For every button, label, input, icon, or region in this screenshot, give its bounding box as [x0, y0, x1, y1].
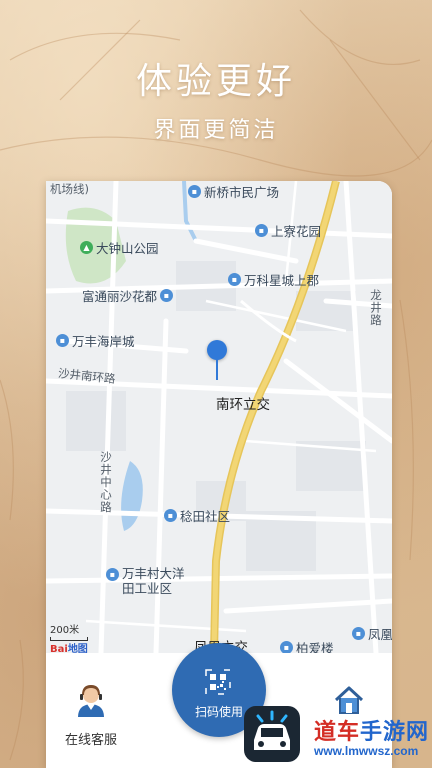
poi-fenghuang[interactable]: ▪ 凤凰: [352, 624, 392, 643]
scale-label: 200米: [50, 625, 80, 636]
phone-screen: 机场线) ▪ 新桥市民广场 ▪ 上寮花园 ▲ 大钟山公园 ▪ 万科星城上郡 富通…: [46, 181, 392, 768]
poi-label: 凤凰: [368, 627, 392, 642]
logo-text-2: 地图: [67, 644, 88, 653]
partial-road-label: 机场线): [50, 182, 89, 196]
page-subtitle: 界面更简洁: [153, 118, 279, 143]
building-pin-icon: ▪: [160, 289, 174, 302]
baidu-map-logo: Bai地图: [50, 640, 88, 653]
poi-wanfeng-coastal-city[interactable]: ▪ 万丰海岸城: [56, 331, 135, 350]
watermark-url: www.lmwwsz.com: [314, 744, 419, 758]
poi-xinqiao-square[interactable]: ▪ 新桥市民广场: [188, 182, 279, 201]
poi-wanfeng-dayangtian[interactable]: ▪ 万丰村大洋田工业区: [106, 566, 190, 596]
site-watermark: 道车手游网 www.lmwwsz.com: [244, 698, 432, 768]
place-south-ring-interchange: 南环立交: [216, 397, 270, 413]
building-pin-icon: ▪: [228, 273, 241, 286]
poi-dazhongshan-park[interactable]: ▲ 大钟山公园: [80, 238, 159, 257]
building-pin-icon: ▪: [255, 224, 268, 237]
poi-label: 稔田社区: [180, 509, 231, 524]
logo-text: Bai: [50, 644, 68, 653]
poi-label: 大钟山公园: [96, 241, 159, 256]
poi-label: 上寮花园: [271, 224, 322, 239]
current-location-marker: [207, 340, 229, 382]
poi-label: 万科星城上郡: [244, 273, 320, 288]
road-label-longjing: 龙井路: [369, 289, 383, 327]
map-scale: 200米: [50, 621, 88, 641]
poi-label: 万丰村大洋田工业区: [122, 566, 185, 596]
park-pin-icon: ▲: [80, 241, 93, 254]
poi-baiai-building[interactable]: ▪ 柏爱楼: [280, 638, 334, 653]
watermark-title-part1: 道车: [314, 720, 361, 745]
poi-label: 富通丽沙花都: [82, 289, 158, 304]
poi-label: 万丰海岸城: [72, 334, 135, 349]
watermark-title: 道车手游网: [314, 714, 429, 746]
poi-rentian-community[interactable]: ▪ 稔田社区: [164, 506, 230, 525]
qr-scan-icon: [205, 669, 231, 695]
building-pin-icon: ▪: [106, 568, 119, 581]
road-label-shajing-central: 沙井中心路: [99, 451, 113, 514]
car-logo-icon: [244, 706, 300, 762]
building-pin-icon: ▪: [352, 627, 365, 640]
poi-label: 柏爱楼: [296, 641, 334, 653]
poi-shangliao-garden[interactable]: ▪ 上寮花园: [255, 221, 321, 240]
nav-customer-service[interactable]: 在线客服: [46, 653, 136, 768]
nav-customer-service-label: 在线客服: [64, 733, 117, 748]
watermark-title-part2: 手游网: [360, 720, 430, 745]
poi-label: 新桥市民广场: [204, 185, 280, 200]
building-pin-icon: ▪: [164, 509, 177, 522]
building-pin-icon: ▪: [56, 334, 69, 347]
map-view[interactable]: 机场线) ▪ 新桥市民广场 ▪ 上寮花园 ▲ 大钟山公园 ▪ 万科星城上郡 富通…: [46, 181, 392, 653]
page-title: 体验更好: [135, 61, 296, 102]
poi-vanke-xingcheng[interactable]: ▪ 万科星城上郡: [228, 270, 319, 289]
poi-futong-lisha[interactable]: 富通丽沙花都 ▪: [82, 286, 174, 305]
building-pin-icon: ▪: [280, 641, 293, 653]
building-pin-icon: ▪: [188, 185, 201, 198]
customer-service-icon: [74, 683, 108, 717]
